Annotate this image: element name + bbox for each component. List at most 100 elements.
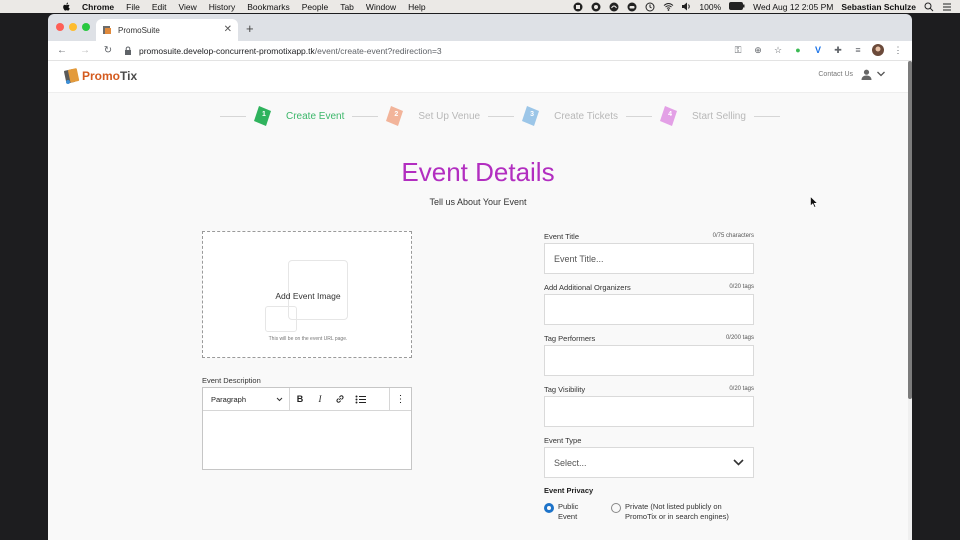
zoom-icon[interactable]: ⊕ — [752, 44, 764, 56]
event-image-dropzone[interactable]: Add Event Image This will be on the even… — [202, 231, 412, 358]
contact-us-link[interactable]: Contact Us — [818, 71, 853, 78]
browser-tab[interactable]: PromoSuite ✕ — [96, 19, 238, 41]
paragraph-style-select[interactable]: Paragraph — [203, 387, 290, 411]
creative-cloud-icon[interactable] — [609, 2, 619, 12]
privacy-public-radio[interactable]: Public Event — [544, 502, 578, 522]
private-label-line2: PromoTix or in search engines) — [625, 512, 729, 521]
lock-icon[interactable] — [124, 46, 132, 55]
public-label-line2: Event — [558, 512, 578, 521]
scrollbar-thumb[interactable] — [908, 61, 912, 399]
menu-tab[interactable]: Tab — [340, 2, 354, 12]
mac-menu-bar: Chrome File Edit View History Bookmarks … — [0, 0, 960, 13]
page-subtitle: Tell us About Your Event — [429, 197, 527, 207]
radio-unchecked-icon — [611, 503, 621, 513]
mouse-cursor-icon — [810, 196, 818, 208]
logo-mark-icon — [64, 68, 80, 84]
wifi-icon[interactable] — [663, 2, 674, 12]
event-description-label: Event Description — [202, 376, 261, 385]
ticket-badge-icon: 2 — [386, 105, 406, 127]
extension-v-icon[interactable]: V — [812, 44, 824, 56]
step-label: Start Selling — [692, 110, 746, 122]
logo-text-tix: Tix — [120, 69, 138, 83]
step-divider — [488, 115, 515, 117]
notification-center-icon[interactable] — [942, 2, 952, 12]
add-event-image-label: Add Event Image — [275, 291, 341, 301]
zoom-window-button[interactable] — [82, 23, 90, 31]
extensions-puzzle-icon[interactable]: ✚ — [832, 44, 844, 56]
page-scrollbar[interactable] — [908, 61, 912, 540]
italic-icon[interactable]: I — [310, 388, 330, 411]
extension-green-icon[interactable]: ● — [792, 44, 804, 56]
tab-bar: PromoSuite ✕ + — [48, 14, 912, 41]
user-icon[interactable] — [861, 69, 872, 80]
menu-help[interactable]: Help — [408, 2, 425, 12]
step-start-selling[interactable]: 4 Start Selling — [660, 105, 746, 127]
step-label: Set Up Venue — [418, 110, 481, 122]
user-name[interactable]: Sebastian Schulze — [841, 2, 916, 12]
page-content: PromoTix Contact Us 1 Create Event 2 Set… — [48, 61, 908, 540]
organizers-input[interactable] — [544, 294, 754, 325]
step-set-up-venue[interactable]: 2 Set Up Venue — [386, 105, 480, 127]
menu-bookmarks[interactable]: Bookmarks — [247, 2, 290, 12]
organizers-counter: 0/20 tags — [729, 284, 754, 290]
event-type-select[interactable]: Select... — [544, 447, 754, 478]
ticket-badge-icon: 3 — [522, 105, 542, 127]
ticket-badge-icon: 4 — [660, 105, 680, 127]
menu-window[interactable]: Window — [366, 2, 396, 12]
promotix-logo[interactable]: PromoTix — [64, 67, 137, 85]
link-icon[interactable] — [330, 388, 350, 411]
media-queue-icon[interactable]: ≡ — [852, 44, 864, 56]
key-icon[interactable]: ⚿ — [732, 44, 744, 56]
step-divider — [352, 115, 379, 117]
privacy-private-radio[interactable]: Private (Not listed publicly on PromoTix … — [611, 502, 729, 522]
menu-people[interactable]: People — [302, 2, 328, 12]
performers-input[interactable] — [544, 345, 754, 376]
forward-icon[interactable]: → — [79, 45, 91, 56]
time-machine-icon[interactable] — [645, 2, 655, 12]
event-type-value: Select... — [554, 457, 587, 468]
step-create-event[interactable]: 1 Create Event — [254, 105, 344, 127]
sync-icon[interactable] — [591, 2, 601, 12]
bold-icon[interactable]: B — [290, 388, 310, 411]
clock[interactable]: Wed Aug 12 2:05 PM — [753, 2, 833, 12]
performers-label: Tag Performers — [544, 334, 596, 343]
tab-close-icon[interactable]: ✕ — [224, 24, 232, 35]
menu-file[interactable]: File — [126, 2, 140, 12]
cloud-icon[interactable] — [627, 2, 637, 12]
event-description-editor: Paragraph B I ⋮ — [202, 387, 412, 470]
back-icon[interactable]: ← — [56, 45, 68, 56]
battery-icon[interactable] — [729, 1, 745, 12]
close-window-button[interactable] — [56, 23, 64, 31]
new-tab-button[interactable]: + — [246, 21, 254, 36]
volume-icon[interactable] — [681, 2, 691, 12]
organizers-label: Add Additional Organizers — [544, 283, 631, 292]
reload-icon[interactable]: ↻ — [102, 45, 114, 56]
more-options-icon[interactable]: ⋮ — [389, 387, 411, 411]
menu-view[interactable]: View — [178, 2, 196, 12]
address-bar[interactable]: promosuite.develop-concurrent-promotixap… — [124, 46, 442, 56]
spotlight-search-icon[interactable] — [924, 2, 934, 12]
step-label: Create Event — [286, 110, 345, 122]
menu-app-name[interactable]: Chrome — [82, 2, 114, 12]
menu-edit[interactable]: Edit — [152, 2, 167, 12]
window-controls — [56, 23, 90, 31]
image-placeholder-icon — [288, 260, 348, 320]
minimize-window-button[interactable] — [69, 23, 77, 31]
event-title-input[interactable]: Event Title... — [544, 243, 754, 274]
event-privacy-label: Event Privacy — [544, 486, 594, 495]
menu-history[interactable]: History — [209, 2, 235, 12]
public-label-line1: Public — [558, 502, 579, 511]
record-icon[interactable] — [573, 2, 583, 12]
bookmark-star-icon[interactable]: ☆ — [772, 44, 784, 56]
step-create-tickets[interactable]: 3 Create Tickets — [522, 105, 618, 127]
description-text-area[interactable] — [203, 411, 411, 469]
bulleted-list-icon[interactable] — [350, 388, 370, 411]
step-divider — [753, 115, 780, 117]
chevron-down-icon[interactable] — [876, 70, 886, 78]
profile-avatar[interactable] — [872, 44, 884, 56]
visibility-input[interactable] — [544, 396, 754, 427]
event-image-note: This will be on the event URL page. — [268, 336, 348, 342]
browser-menu-icon[interactable]: ⋮ — [892, 44, 904, 56]
apple-icon[interactable] — [60, 1, 72, 12]
progress-steps: 1 Create Event 2 Set Up Venue 3 Create T… — [220, 105, 780, 127]
